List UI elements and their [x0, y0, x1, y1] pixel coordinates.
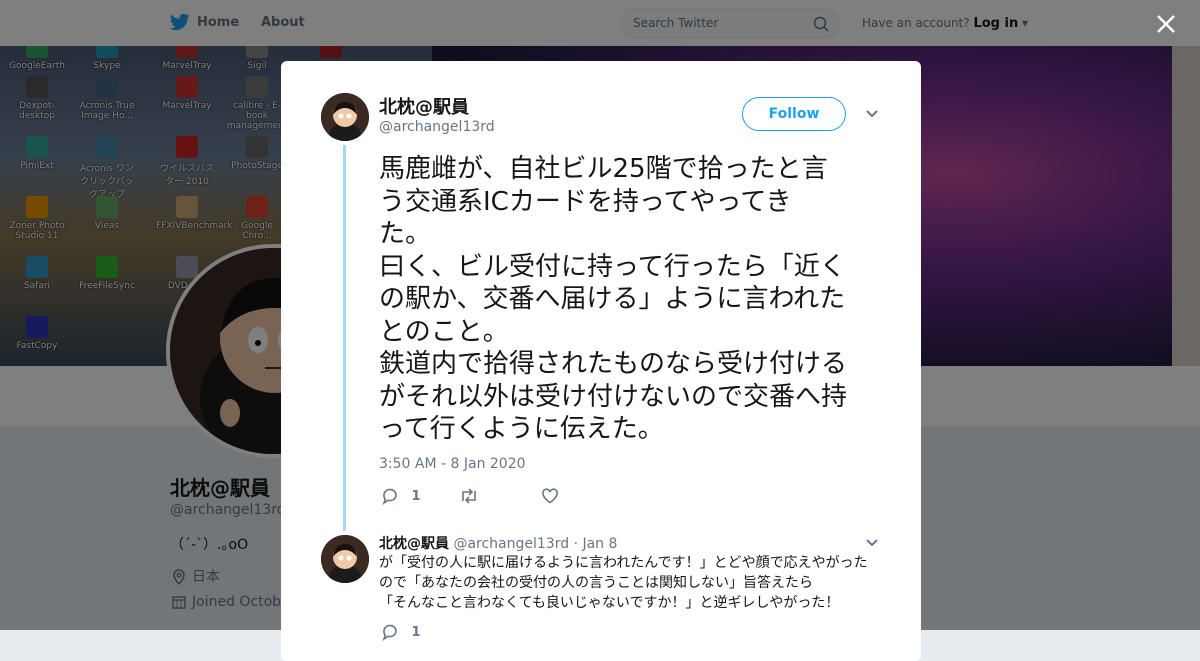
reply-reply-count: 1	[411, 624, 421, 640]
chevron-down-icon[interactable]	[865, 538, 879, 548]
reply-icon	[382, 488, 397, 506]
reply-count: 1	[411, 488, 421, 504]
reply-button[interactable]: 1	[381, 487, 421, 506]
follow-button[interactable]: Follow	[742, 97, 846, 131]
reply-icon	[382, 624, 397, 642]
reply-date[interactable]: · Jan 8	[574, 536, 618, 552]
chevron-down-icon[interactable]	[865, 109, 879, 119]
reply-author-avatar[interactable]	[321, 535, 369, 583]
like-button[interactable]	[541, 487, 559, 505]
tweet-text: 馬鹿雌が、自社ビル25階で拾ったと言 う交通系ICカードを持ってやってき た。 …	[379, 154, 848, 444]
reply-author-name[interactable]: 北枕@駅員	[379, 536, 449, 552]
reply-author-line: 北枕@駅員 @archangel13rd · Jan 8	[379, 533, 617, 553]
tweet-timestamp[interactable]: 3:50 AM - 8 Jan 2020	[379, 456, 526, 472]
retweet-icon	[462, 488, 476, 504]
reply-text: が「受付の人に駅に届けるように言われたんです！」とどや顔で応えやがった ので「あ…	[379, 555, 868, 611]
reply-reply-button[interactable]: 1	[381, 623, 421, 642]
avatar-illustration	[321, 93, 369, 141]
author-handle[interactable]: @archangel13rd	[379, 119, 495, 135]
reply-author-handle[interactable]: @archangel13rd	[453, 536, 569, 552]
heart-icon	[542, 488, 558, 504]
retweet-button[interactable]	[459, 487, 479, 505]
avatar-illustration	[321, 535, 369, 583]
author-name[interactable]: 北枕@駅員	[379, 93, 469, 119]
tweet-modal: 北枕@駅員 @archangel13rd Follow 馬鹿雌が、自社ビル25階…	[281, 61, 921, 661]
thread-connector-line	[343, 145, 346, 531]
close-icon[interactable]	[1154, 12, 1178, 36]
author-avatar[interactable]	[321, 93, 369, 141]
